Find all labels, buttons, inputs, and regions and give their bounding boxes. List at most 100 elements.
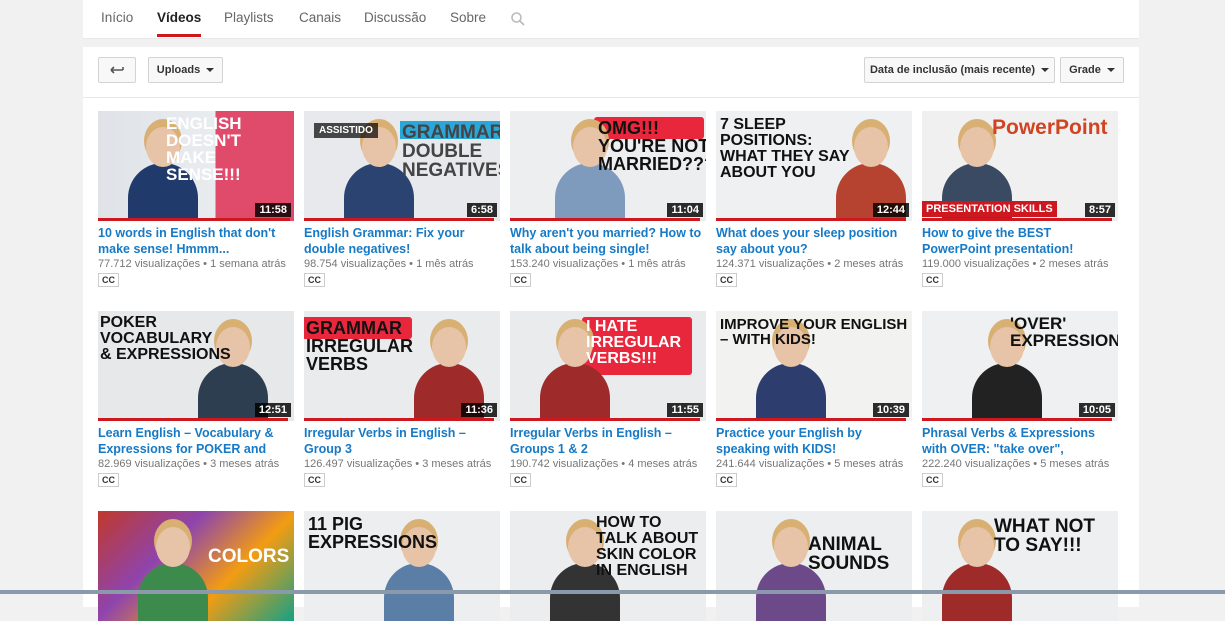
video-title-link[interactable]: 10 words in English that don't make sens… [98,225,294,257]
cc-badge: CC [304,273,325,287]
tab-sobre[interactable]: Sobre [450,10,486,38]
video-card[interactable]: ENGLISH DOESN'T MAKE SENSE!!! 11:58 10 wor… [98,111,294,288]
video-card[interactable]: POKER VOCABULARY & EXPRESSIONS 12:51 Learn… [98,311,294,488]
view-count: 124.371 visualizações [716,258,825,270]
upload-age: 5 meses atrás [1040,458,1110,470]
cc-badge: CC [510,273,531,287]
video-thumbnail[interactable]: HOW TO TALK ABOUT SKIN COLOR IN ENGLISH [510,511,706,621]
upload-age: 2 meses atrás [834,258,904,270]
video-duration: 8:57 [1084,203,1115,217]
video-meta: 126.497 visualizações • 3 meses atrás [304,458,492,470]
upload-age: 2 meses atrás [1039,258,1109,270]
video-card[interactable]: OMG!!! YOU'RE NOT MARRIED??? 11:04 Why are… [510,111,706,288]
video-duration: 12:51 [254,403,291,417]
video-thumbnail[interactable]: OMG!!! YOU'RE NOT MARRIED??? 11:04 [510,111,706,221]
presenter-head [960,527,994,567]
video-card[interactable]: GRAMMAR IRREGULAR VERBS 11:36 Irregular Ve… [304,311,500,488]
chevron-down-icon [1041,68,1050,72]
video-card[interactable]: WHAT NOT TO SAY!!! [922,511,1118,621]
cc-badge: CC [304,473,325,487]
watch-progress-bar [922,418,1112,421]
video-thumbnail[interactable]: GRAMMAR DOUBLE NEGATIVES ASSISTIDO 6:58 [304,111,500,221]
view-label: Grade [1069,64,1101,76]
watch-progress-bar [510,418,700,421]
video-card[interactable]: 11 PIG EXPRESSIONS [304,511,500,621]
video-thumbnail[interactable]: PowerPoint PRESENTATION SKILLS 8:57 [922,111,1118,221]
watch-progress-bar [510,218,700,221]
presenter-head [774,527,808,567]
sort-label: Data de inclusão (mais recente) [869,64,1036,76]
search-icon[interactable] [510,11,526,27]
watch-progress-bar [98,218,290,221]
thumbnail-text: ENGLISH DOESN'T MAKE SENSE!!! [166,114,242,184]
video-title-link[interactable]: Irregular Verbs in English – Groups 1 & … [510,425,706,457]
video-title-link[interactable]: What does your sleep position say about … [716,225,912,257]
video-meta: 241.644 visualizações • 5 meses atrás [716,458,904,470]
watch-progress-bar [716,418,906,421]
video-duration: 10:39 [872,403,909,417]
video-card[interactable]: PowerPoint PRESENTATION SKILLS 8:57 How to … [922,111,1118,288]
thumbnail-text: OMG!!! YOU'RE NOT MARRIED??? [598,118,706,174]
video-card[interactable]: HOW TO TALK ABOUT SKIN COLOR IN ENGLISH [510,511,706,621]
video-card[interactable]: COLORS [98,511,294,621]
sort-dropdown[interactable]: Data de inclusão (mais recente) [864,57,1055,83]
video-card[interactable]: I HATE IRREGULAR VERBS!!! 11:55 Irregular … [510,311,706,488]
presenter-head [432,327,466,367]
video-thumbnail[interactable]: COLORS [98,511,294,621]
video-thumbnail[interactable]: IMPROVE YOUR ENGLISH – WITH KIDS! 10:39 [716,311,912,421]
video-title-link[interactable]: Why aren't you married? How to talk abou… [510,225,706,257]
video-thumbnail[interactable]: 11 PIG EXPRESSIONS [304,511,500,621]
view-count: 98.754 visualizações [304,258,407,270]
thumbnail-text: I HATE IRREGULAR VERBS!!! [586,318,682,367]
thumbnail-text: 'OVER' EXPRESSIONS [1010,314,1118,350]
thumbnail-subtext: PRESENTATION SKILLS [922,201,1057,217]
video-meta: 222.240 visualizações • 5 meses atrás [922,458,1110,470]
tab-videos[interactable]: Vídeos [157,10,202,37]
video-meta: 82.969 visualizações • 3 meses atrás [98,458,280,470]
video-title-link[interactable]: Practice your English by speaking with K… [716,425,912,457]
video-thumbnail[interactable]: GRAMMAR IRREGULAR VERBS 11:36 [304,311,500,421]
videos-panel: Uploads Data de inclusão (mais recente) … [83,47,1139,621]
video-title-link[interactable]: Learn English – Vocabulary & Expressions… [98,425,294,457]
view-count: 77.712 visualizações [98,258,201,270]
video-title-link[interactable]: Irregular Verbs in English – Group 3 [304,425,500,457]
upload-age: 3 meses atrás [210,458,280,470]
video-thumbnail[interactable]: POKER VOCABULARY & EXPRESSIONS 12:51 [98,311,294,421]
tab-playlists[interactable]: Playlists [224,10,274,38]
video-card[interactable]: ANIMAL SOUNDS [716,511,912,621]
video-thumbnail[interactable]: 7 SLEEP POSITIONS: WHAT THEY SAY ABOUT Y… [716,111,912,221]
video-thumbnail[interactable]: 'OVER' EXPRESSIONS 10:05 [922,311,1118,421]
tab-inicio[interactable]: Início [101,10,133,38]
video-card[interactable]: 'OVER' EXPRESSIONS 10:05 Phrasal Verbs & E… [922,311,1118,488]
upload-age: 3 meses atrás [422,458,492,470]
video-title-link[interactable]: Phrasal Verbs & Expressions with OVER: "… [922,425,1118,457]
video-thumbnail[interactable]: ENGLISH DOESN'T MAKE SENSE!!! 11:58 [98,111,294,221]
video-title-link[interactable]: English Grammar: Fix your double negativ… [304,225,500,257]
view-count: 126.497 visualizações [304,458,413,470]
video-thumbnail[interactable]: WHAT NOT TO SAY!!! [922,511,1118,621]
tab-discussao[interactable]: Discussão [364,10,426,38]
back-button[interactable] [98,57,136,83]
view-dropdown[interactable]: Grade [1060,57,1124,83]
thumbnail-text: ANIMAL SOUNDS [808,534,890,574]
thumbnail-text: 11 PIG EXPRESSIONS [308,514,438,552]
video-card[interactable]: IMPROVE YOUR ENGLISH – WITH KIDS! 10:39 Pr… [716,311,912,488]
video-title-link[interactable]: How to give the BEST PowerPoint presenta… [922,225,1118,257]
tab-canais[interactable]: Canais [299,10,341,38]
view-count: 222.240 visualizações [922,458,1031,470]
upload-age: 4 meses atrás [628,458,698,470]
watch-progress-bar [716,218,906,221]
toolbar-divider [83,97,1139,98]
upload-age: 5 meses atrás [834,458,904,470]
uploads-dropdown[interactable]: Uploads [148,57,223,83]
video-card[interactable]: 7 SLEEP POSITIONS: WHAT THEY SAY ABOUT Y… [716,111,912,288]
video-duration: 11:58 [255,203,291,217]
cc-badge: CC [716,273,737,287]
thumbnail-text: WHAT NOT TO SAY!!! [994,516,1095,556]
video-card[interactable]: GRAMMAR DOUBLE NEGATIVES ASSISTIDO 6:58 Eng… [304,111,500,288]
thumbnail-text: HOW TO TALK ABOUT SKIN COLOR IN ENGLISH [596,514,699,579]
video-thumbnail[interactable]: ANIMAL SOUNDS [716,511,912,621]
cc-badge: CC [716,473,737,487]
video-duration: 11:36 [461,403,497,417]
video-thumbnail[interactable]: I HATE IRREGULAR VERBS!!! 11:55 [510,311,706,421]
